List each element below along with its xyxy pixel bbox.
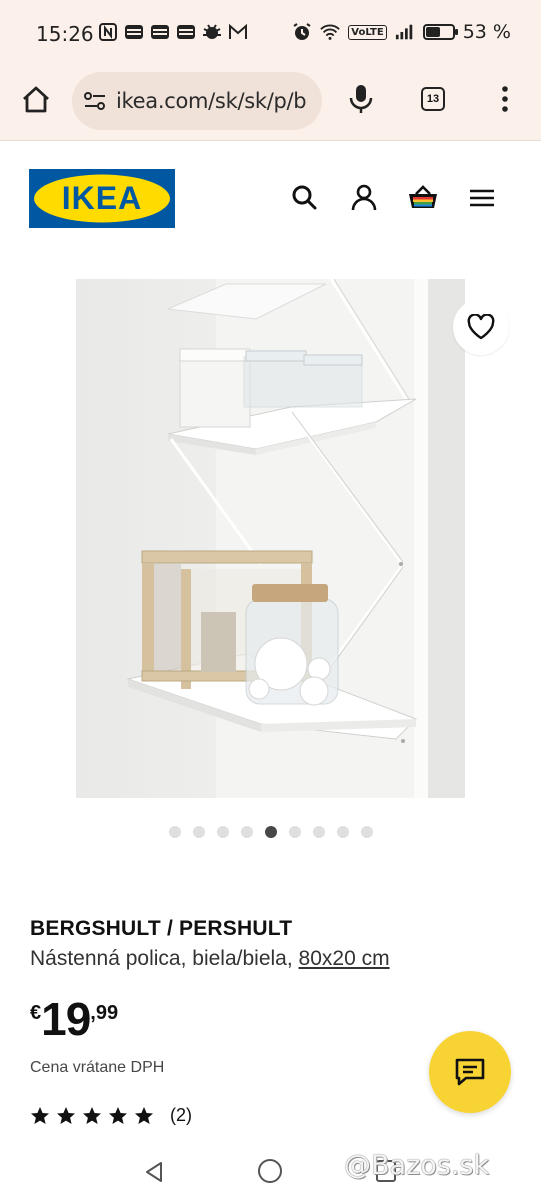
carousel-dot[interactable] [336, 826, 349, 838]
battery-level [425, 27, 440, 37]
alarm-icon [292, 22, 312, 42]
microphone-icon [349, 85, 373, 113]
rating-count: (2) [170, 1105, 192, 1125]
chat-button[interactable] [429, 1031, 511, 1113]
mail-icon [124, 22, 144, 42]
tab-switcher-button[interactable]: 13 [421, 87, 445, 111]
carousel-dot[interactable] [312, 826, 325, 838]
bug-icon [202, 22, 222, 42]
back-icon [146, 1162, 162, 1182]
site-settings-icon[interactable] [82, 90, 108, 112]
notification-icons [98, 22, 248, 42]
star-icon [57, 1106, 75, 1124]
status-time: 15:26 [36, 22, 94, 46]
favorite-button[interactable] [453, 299, 509, 355]
volte-icon: VoLTE [348, 24, 387, 40]
star-icon [31, 1106, 49, 1124]
chat-icon [455, 1058, 485, 1086]
carousel-dot[interactable] [216, 826, 229, 838]
star-icon [109, 1106, 127, 1124]
price-integer: 19 [41, 993, 91, 1045]
product-price: € 19 ,99 [30, 996, 118, 1042]
carousel-indicator [0, 826, 541, 838]
ikea-logo[interactable]: IKEA [29, 169, 175, 228]
cart-button[interactable] [407, 182, 439, 214]
carousel-dot[interactable] [264, 826, 277, 838]
address-bar[interactable]: ikea.com/sk/sk/p/b [72, 72, 322, 130]
browser-menu-button[interactable] [496, 84, 514, 114]
home-button[interactable] [18, 82, 54, 118]
voice-search-button[interactable] [348, 84, 374, 114]
vat-note: Cena vrátane DPH [30, 1059, 165, 1076]
watermark: @Bazos.sk [344, 1150, 490, 1181]
star-icon [135, 1106, 153, 1124]
url-text: ikea.com/sk/sk/p/b [116, 89, 307, 113]
main-menu-button[interactable] [466, 182, 498, 214]
carousel-dot[interactable] [240, 826, 253, 838]
heart-icon [467, 314, 495, 340]
shopping-bag-icon [409, 185, 437, 208]
signal-icon [395, 22, 415, 42]
product-title: BERGSHULT / PERSHULT [30, 917, 293, 940]
home-nav-button[interactable] [258, 1159, 282, 1183]
price-decimal: ,99 [90, 1002, 119, 1024]
product-description: Nástenná polica, biela/biela, 80x20 cm [30, 947, 390, 971]
rating-stars [30, 1106, 154, 1126]
mail-icon [176, 22, 196, 42]
carousel-dot[interactable] [192, 826, 205, 838]
product-type: Nástenná polica, biela/biela, [30, 947, 293, 970]
user-icon [351, 184, 377, 211]
product-size-link[interactable]: 80x20 cm [299, 947, 390, 970]
account-button[interactable] [348, 182, 380, 214]
search-icon [292, 185, 317, 210]
carousel-dot[interactable] [288, 826, 301, 838]
product-image[interactable] [76, 279, 465, 798]
carousel-dot[interactable] [168, 826, 181, 838]
hamburger-icon [470, 189, 494, 207]
carousel-dot[interactable] [360, 826, 373, 838]
wifi-icon [320, 22, 341, 42]
logo-text: IKEA [62, 180, 142, 216]
nfc-icon [98, 22, 118, 42]
back-button[interactable] [143, 1160, 165, 1184]
mail-icon [150, 22, 170, 42]
browser-toolbar: ikea.com/sk/sk/p/b 13 [0, 66, 541, 141]
status-bar: 15:26 VoLTE 53 % [0, 0, 541, 66]
battery-icon [422, 24, 458, 40]
home-icon [23, 86, 49, 113]
more-vert-icon [502, 86, 508, 112]
price-currency: € [30, 1002, 42, 1024]
system-icons: VoLTE 53 % [292, 21, 511, 43]
product-rating[interactable]: (2) [30, 1105, 192, 1126]
gmail-icon [228, 22, 248, 42]
search-button[interactable] [289, 182, 321, 214]
star-icon [83, 1106, 101, 1124]
battery-percent: 53 % [462, 21, 511, 43]
